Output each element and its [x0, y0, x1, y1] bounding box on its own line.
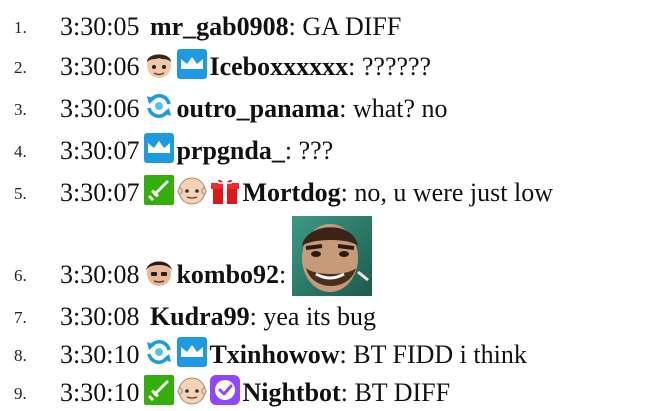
gift-icon: [209, 174, 241, 206]
avatar-icon: [143, 48, 175, 80]
crown-sub-icon: [176, 48, 208, 80]
line-number: 1.: [14, 18, 27, 37]
badge-group: [143, 374, 242, 406]
line-number: 5.: [14, 184, 27, 203]
line-number: 3.: [14, 100, 27, 119]
chat-message: 6. 3:30:08 kombo92 :: [0, 208, 373, 296]
sword-icon: [143, 174, 175, 206]
separator: :: [284, 136, 293, 165]
timestamp: 3:30:08: [60, 302, 140, 331]
message-text: ???: [292, 136, 334, 165]
separator: :: [348, 52, 356, 81]
badge-group: [143, 256, 176, 288]
badge-group: [143, 336, 209, 368]
separator: :: [339, 340, 347, 369]
separator: :: [249, 302, 257, 331]
message-text: BT DIFF: [347, 378, 451, 407]
refresh-icon: [143, 336, 175, 368]
timestamp: 3:30:10: [60, 378, 140, 407]
separator: :: [339, 94, 347, 123]
username[interactable]: mr_gab0908: [150, 14, 289, 40]
chat-message: 4. 3:30:07 prpgnda_ : ???: [0, 124, 333, 164]
separator: :: [279, 260, 287, 289]
bald-face-icon: [176, 374, 208, 406]
line-number: 9.: [14, 384, 27, 403]
message-text: GA DIFF: [295, 12, 402, 41]
username[interactable]: Kudra99: [150, 304, 250, 330]
chat-message: 9. 3:30:10 Nightbot: BT DIFF: [0, 366, 450, 406]
badge-group: [143, 132, 176, 164]
verified-icon: [209, 374, 241, 406]
username[interactable]: prpgnda_: [176, 138, 284, 164]
line-number: 4.: [14, 142, 27, 161]
crown-sub-icon: [143, 132, 175, 164]
chat-message: 1. 3:30:05 mr_gab0908 : GA DIFF: [0, 0, 401, 40]
badge-group: [143, 90, 176, 122]
sword-icon: [143, 374, 175, 406]
timestamp: 3:30:06: [60, 94, 140, 123]
dark-hair-face-icon: [143, 256, 175, 288]
separator: :: [340, 178, 348, 207]
timestamp: 3:30:07: [60, 178, 140, 207]
chat-message: 5. 3:30:07 Mortdog: no, u were just low: [0, 166, 553, 206]
username[interactable]: Iceboxxxxxx: [209, 54, 348, 80]
chat-message: 2. 3:30:06 Iceboxxxxxx : ??????: [0, 40, 431, 80]
timestamp: 3:30:05: [60, 12, 140, 41]
line-number: 6.: [14, 266, 27, 285]
refresh-icon: [143, 90, 175, 122]
chat-message: 3. 3:30:06 outro_panama : what? no: [0, 82, 448, 122]
username[interactable]: outro_panama: [176, 96, 339, 122]
username[interactable]: kombo92: [176, 262, 279, 288]
crown-sub-icon: [176, 336, 208, 368]
username[interactable]: Txinhowow: [209, 342, 339, 368]
line-number: 8.: [14, 346, 27, 365]
message-text: yea its bug: [256, 302, 377, 331]
separator: :: [340, 378, 348, 407]
message-text: what? no: [346, 94, 448, 123]
message-text: BT FIDD i think: [346, 340, 527, 369]
timestamp: 3:30:08: [60, 260, 140, 289]
timestamp: 3:30:10: [60, 340, 140, 369]
chat-message: 7. 3:30:08 Kudra99 : yea its bug: [0, 290, 376, 330]
message-text: no, u were just low: [347, 178, 553, 207]
username[interactable]: Mortdog: [242, 180, 340, 206]
chat-message: 8. 3:30:10 Txinhowow : BT FIDD i think: [0, 328, 527, 368]
bald-face-icon: [176, 174, 208, 206]
line-number: 7.: [14, 308, 27, 327]
badge-group: [143, 48, 209, 80]
face-emote: [292, 216, 373, 296]
chat-log: 1. 3:30:05 mr_gab0908 : GA DIFF 2. 3:30:…: [0, 0, 657, 406]
separator: :: [288, 12, 296, 41]
timestamp: 3:30:07: [60, 136, 140, 165]
message-text: ??????: [355, 52, 432, 81]
badge-group: [143, 174, 242, 206]
line-number: 2.: [14, 58, 27, 77]
username[interactable]: Nightbot: [242, 380, 340, 406]
timestamp: 3:30:06: [60, 52, 140, 81]
